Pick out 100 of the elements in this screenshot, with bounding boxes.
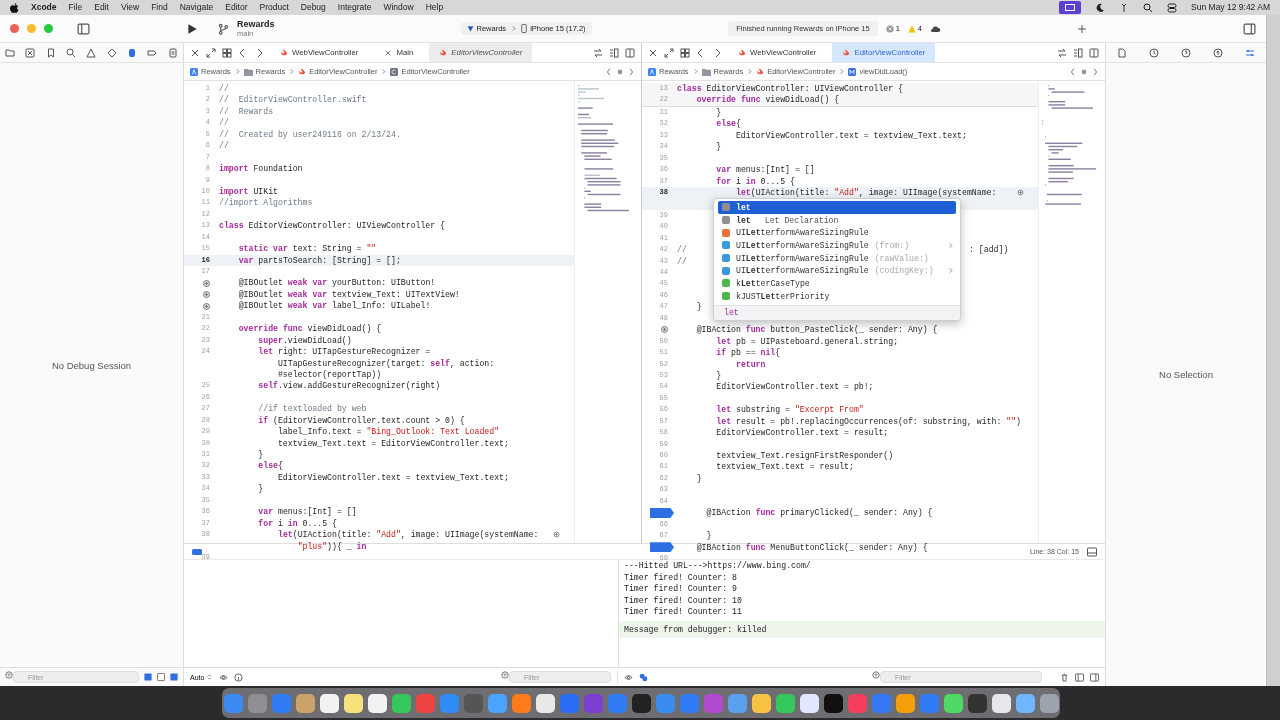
app-icon[interactable] (1015, 693, 1035, 713)
split-view-icon[interactable] (1090, 672, 1099, 682)
debug-area-toggle-icon[interactable] (192, 546, 202, 557)
menu-item[interactable]: Find (151, 2, 168, 13)
debug-navigator-icon[interactable] (127, 47, 138, 58)
close-icon[interactable] (384, 48, 393, 57)
forward-icon[interactable] (1091, 66, 1099, 77)
completion-item[interactable]: kJUSTLetterPriority (714, 289, 960, 303)
menu-item[interactable]: Window (383, 2, 414, 13)
app-icon[interactable] (535, 693, 555, 713)
app-icon[interactable] (799, 693, 819, 713)
control-center-icon[interactable] (1167, 2, 1178, 13)
menu-item[interactable]: Help (425, 2, 444, 13)
diamond-icon[interactable] (106, 47, 117, 58)
menu-item[interactable]: Editor (225, 2, 248, 13)
folder-icon[interactable] (5, 47, 16, 58)
back-icon[interactable] (605, 66, 613, 77)
split-editor-icon[interactable] (1089, 47, 1099, 58)
chevron-icon (746, 67, 754, 76)
list-icon[interactable] (1073, 47, 1083, 58)
history-icon[interactable] (1149, 47, 1159, 58)
completion-item[interactable]: UILetterformAwareSizingRule (714, 226, 960, 240)
trash-icon[interactable] (1060, 672, 1069, 682)
sidebar-icon[interactable] (77, 22, 90, 35)
close-icon[interactable] (190, 47, 200, 58)
code-line: @IBAction func primaryClicked(_ sender: Any) { (705, 507, 933, 519)
app-icon[interactable] (1039, 693, 1059, 713)
report-icon[interactable] (167, 47, 178, 58)
fix-it-icon[interactable] (553, 531, 560, 539)
app-icon[interactable] (367, 693, 387, 713)
apple-icon[interactable] (10, 2, 19, 13)
expand-icon[interactable] (206, 47, 216, 58)
completion-item[interactable]: kLetterCaseType (714, 277, 960, 290)
split-view-icon[interactable] (1075, 672, 1084, 682)
completion-item[interactable]: let Let Declaration (714, 213, 960, 227)
completion-item[interactable]: UILetterformAwareSizingRule (codingKey:) (714, 264, 960, 278)
app-icon[interactable] (991, 693, 1011, 713)
app-icon[interactable] (295, 693, 315, 713)
link-icon[interactable] (639, 672, 648, 682)
warning-icon[interactable] (86, 47, 97, 58)
eye-icon[interactable] (624, 672, 633, 682)
app-icon[interactable] (391, 693, 411, 713)
breakpoint-navigator-icon[interactable] (147, 47, 158, 58)
app-icon[interactable] (343, 693, 363, 713)
outlet-connection-icon[interactable] (203, 291, 210, 299)
file-icon[interactable] (1117, 47, 1127, 58)
close-icon[interactable] (648, 47, 658, 58)
eye-icon[interactable] (219, 672, 229, 682)
app-icon[interactable] (895, 693, 915, 713)
swap-icon[interactable] (1057, 47, 1067, 58)
grid-icon[interactable] (680, 47, 690, 58)
menu-item[interactable]: Product (259, 2, 289, 13)
app-icon[interactable] (631, 693, 651, 713)
screen-share-icon[interactable] (1059, 1, 1082, 14)
inspector-toggle-icon[interactable] (1243, 22, 1256, 35)
code-line: #selector(reportTap)) (276, 368, 382, 381)
outlet-connection-icon[interactable] (203, 279, 210, 287)
list-icon[interactable] (609, 47, 619, 58)
app-icon[interactable] (751, 693, 771, 713)
app-icon[interactable] (823, 693, 843, 713)
outlet-connection-icon[interactable] (661, 326, 668, 334)
app-icon[interactable] (967, 693, 987, 713)
grid-icon[interactable] (222, 47, 232, 58)
search-icon[interactable] (66, 47, 77, 58)
help-icon[interactable] (1181, 47, 1191, 58)
completion-item[interactable]: UILetterformAwareSizingRule (rawValue:) (714, 251, 960, 265)
close-window-button[interactable] (10, 24, 19, 33)
attributes-icon[interactable] (1245, 47, 1255, 58)
app-icon[interactable] (775, 693, 795, 713)
menu-item[interactable]: Navigate (179, 2, 214, 13)
app-menu[interactable]: Xcode (31, 2, 57, 13)
expand-icon[interactable] (664, 47, 674, 58)
swap-icon[interactable] (593, 47, 603, 58)
branch-icon[interactable] (218, 22, 229, 35)
completion-item[interactable]: UILetterformAwareSizingRule (from:) (714, 239, 960, 252)
identity-icon[interactable] (1213, 47, 1223, 58)
outlet-connection-icon[interactable] (203, 302, 210, 310)
add-icon[interactable] (1077, 23, 1087, 34)
bookmark-icon[interactable] (45, 47, 56, 58)
breakpoint-marker[interactable] (650, 542, 674, 553)
menu-item[interactable]: Integrate (337, 2, 372, 13)
search-icon[interactable] (1143, 2, 1154, 13)
forward-icon[interactable] (627, 66, 635, 77)
breakpoint-marker[interactable] (650, 507, 674, 518)
menu-item[interactable]: File (68, 2, 83, 13)
run-icon[interactable] (186, 22, 198, 35)
completion-item[interactable]: let (718, 201, 956, 214)
menu-item[interactable]: Debug (300, 2, 326, 13)
fix-it-icon[interactable] (1017, 188, 1024, 196)
menu-item[interactable]: Edit (94, 2, 109, 13)
menu-item[interactable]: View (120, 2, 140, 13)
menu-bar-clock[interactable]: Sun May 12 9:42 AM (1191, 2, 1270, 13)
split-editor-icon[interactable] (625, 47, 635, 58)
panel-icon[interactable] (1087, 546, 1097, 557)
back-icon[interactable] (1069, 66, 1077, 77)
app-icon[interactable] (943, 693, 963, 713)
info-icon[interactable] (234, 672, 244, 682)
app-icon[interactable] (319, 693, 339, 713)
zoom-window-button[interactable] (44, 24, 53, 33)
moon-icon[interactable] (1095, 2, 1106, 13)
